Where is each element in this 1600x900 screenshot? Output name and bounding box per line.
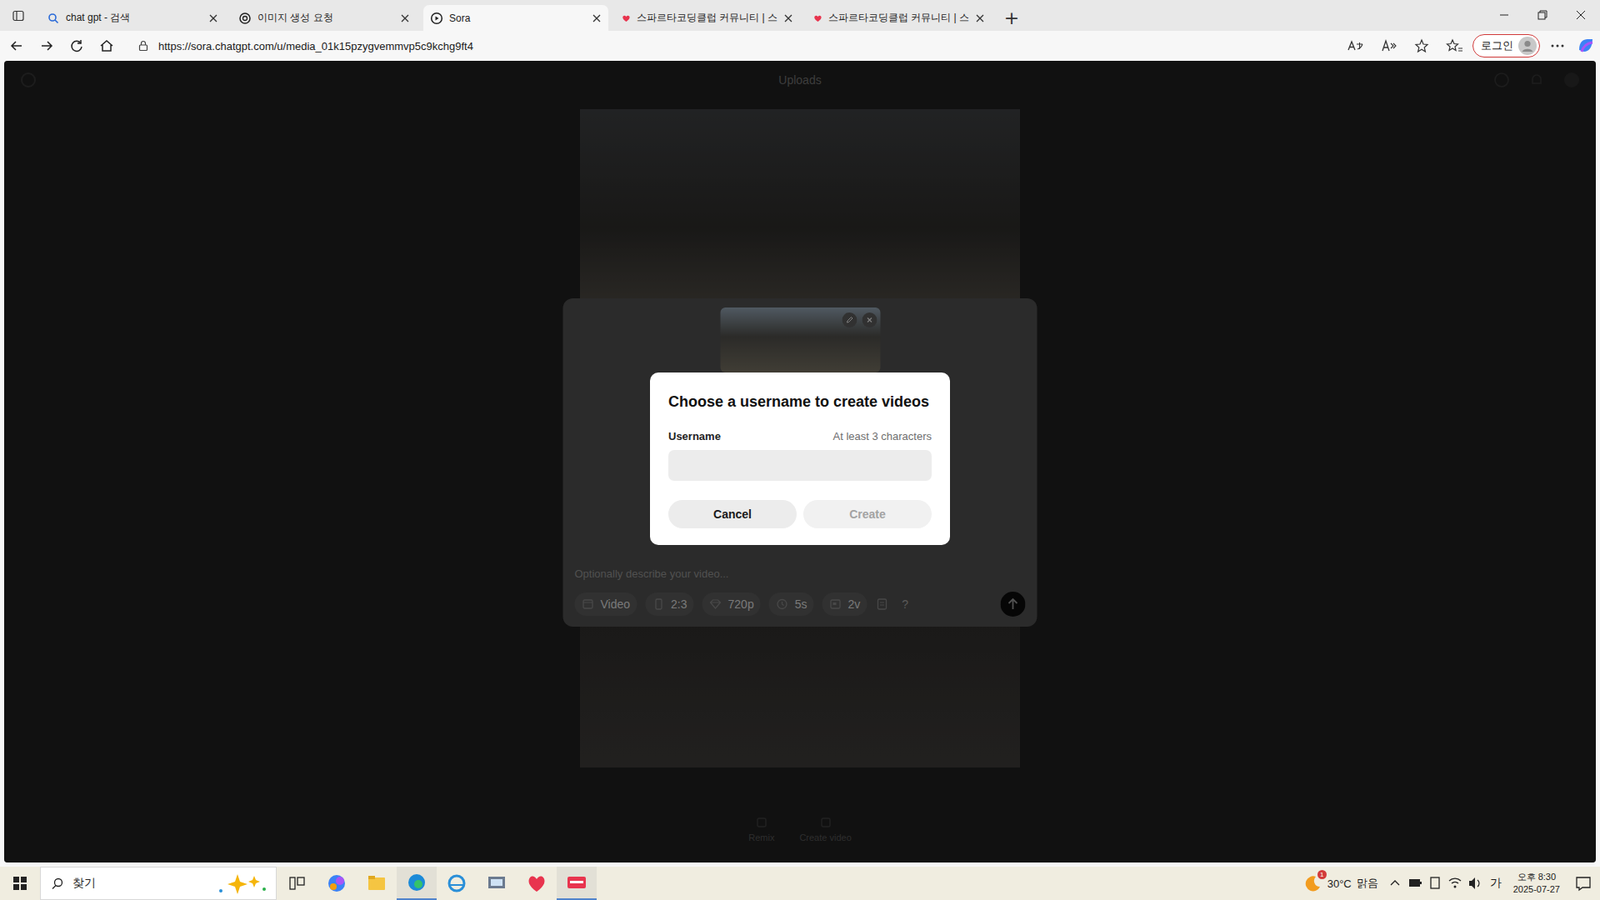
search-favicon-icon xyxy=(46,11,60,25)
weather-badge: 1 xyxy=(1317,870,1327,880)
close-icon[interactable] xyxy=(783,13,794,24)
field-hint: At least 3 characters xyxy=(833,430,933,443)
dialog-button: Create xyxy=(803,500,932,529)
file-explorer-icon[interactable] xyxy=(356,866,397,900)
forward-icon[interactable] xyxy=(31,33,62,59)
sora-favicon-icon xyxy=(430,11,444,25)
translate-icon[interactable] xyxy=(1342,35,1368,56)
heart-app-icon[interactable] xyxy=(516,866,557,900)
tab-label: Sora xyxy=(449,12,586,25)
tab-label: 스파르타코딩클럽 커뮤니티 | 스 xyxy=(828,10,970,25)
close-icon[interactable] xyxy=(208,13,219,24)
tab-label: 스파르타코딩클럽 커뮤니티 | 스 xyxy=(636,10,778,25)
taskbar: 찾기 1 30°C 맑음 가 오후 8:30 2025-07-27 xyxy=(0,866,1600,900)
taskbar-search[interactable]: 찾기 xyxy=(40,866,277,900)
input-method-indicator[interactable]: 가 xyxy=(1485,875,1507,891)
heart-favicon-icon xyxy=(813,11,823,25)
dialog-title: Choose a username to create videos xyxy=(668,392,932,412)
url-text: https://sora.chatgpt.com/u/media_01k15pz… xyxy=(158,40,474,53)
browser-tab[interactable]: 스파르타코딩클럽 커뮤니티 | 스 xyxy=(615,5,800,31)
task-view-icon[interactable] xyxy=(276,866,317,900)
search-placeholder: 찾기 xyxy=(72,875,96,891)
tab-strip: chat gpt - 검색 이미지 생성 요청 Sora 스파르타코딩클럽 커뮤… xyxy=(0,0,1600,31)
openai-favicon-icon xyxy=(238,11,252,25)
field-label: Username xyxy=(668,430,721,443)
minimize-icon[interactable] xyxy=(1485,0,1524,30)
profile-avatar-icon xyxy=(1518,36,1537,55)
internet-explorer-icon[interactable] xyxy=(436,866,477,900)
favorites-icon[interactable] xyxy=(1439,33,1470,59)
battery-icon[interactable] xyxy=(1405,866,1425,900)
weather-temp: 30°C xyxy=(1327,877,1352,890)
edge-taskbar-button[interactable] xyxy=(396,866,437,900)
close-window-icon[interactable] xyxy=(1561,0,1600,30)
wifi-icon[interactable] xyxy=(1445,866,1465,900)
browser-tab[interactable]: Sora xyxy=(423,5,609,31)
username-dialog: Choose a username to create videos Usern… xyxy=(650,372,950,545)
address-field[interactable]: https://sora.chatgpt.com/u/media_01k15pz… xyxy=(126,33,1440,59)
weather-condition: 맑음 xyxy=(1356,875,1379,891)
app-icon xyxy=(556,866,597,899)
copilot-app-icon[interactable] xyxy=(316,866,357,900)
close-icon[interactable] xyxy=(591,13,602,24)
read-aloud-icon[interactable] xyxy=(1375,35,1401,56)
search-highlight-icon xyxy=(212,870,271,896)
new-tab-button[interactable]: + xyxy=(998,5,1025,31)
restore-icon[interactable] xyxy=(1523,0,1562,30)
refresh-icon[interactable] xyxy=(61,33,92,59)
tab-label: chat gpt - 검색 xyxy=(65,10,203,25)
remote-desktop-icon[interactable] xyxy=(476,866,517,900)
sora-page: Uploads Remix Create video Optionally de… xyxy=(4,60,1596,863)
close-icon[interactable] xyxy=(400,13,410,24)
browser-tab[interactable]: 스파르타코딩클럽 커뮤니티 | 스 xyxy=(806,5,992,31)
home-icon[interactable] xyxy=(91,33,122,59)
clock-time: 오후 8:30 xyxy=(1517,870,1556,884)
address-bar-row: https://sora.chatgpt.com/u/media_01k15pz… xyxy=(0,30,1600,61)
chevron-up-icon[interactable] xyxy=(1385,866,1405,900)
clock[interactable]: 오후 8:30 2025-07-27 xyxy=(1506,870,1567,896)
search-icon xyxy=(50,876,65,890)
windows-start-icon[interactable] xyxy=(0,866,40,900)
heart-favicon-icon xyxy=(621,11,631,25)
username-input[interactable] xyxy=(668,450,932,481)
volume-icon[interactable] xyxy=(1465,866,1485,900)
tab-label: 이미지 생성 요청 xyxy=(257,10,395,25)
login-button[interactable]: 로그인 xyxy=(1472,34,1540,58)
copilot-icon[interactable] xyxy=(1571,33,1600,59)
favorite-star-icon[interactable] xyxy=(1409,35,1435,56)
app-taskbar-button[interactable] xyxy=(556,866,597,900)
dialog-button[interactable]: Cancel xyxy=(668,500,797,529)
close-icon[interactable] xyxy=(975,13,985,24)
window-controls xyxy=(1485,0,1600,30)
browser-tab[interactable]: chat gpt - 검색 xyxy=(40,5,225,31)
desktop: chat gpt - 검색 이미지 생성 요청 Sora 스파르타코딩클럽 커뮤… xyxy=(0,0,1600,900)
login-label: 로그인 xyxy=(1480,38,1514,54)
site-info-icon[interactable] xyxy=(136,39,150,53)
edge-icon xyxy=(396,866,437,899)
notification-center-icon[interactable] xyxy=(1566,866,1600,900)
more-icon[interactable] xyxy=(1543,33,1572,59)
tab-actions-button[interactable] xyxy=(3,2,34,30)
tab-actions-icon xyxy=(11,9,25,23)
device-icon[interactable] xyxy=(1425,866,1445,900)
weather-widget[interactable]: 1 30°C 맑음 xyxy=(1302,873,1385,894)
browser-window: chat gpt - 검색 이미지 생성 요청 Sora 스파르타코딩클럽 커뮤… xyxy=(0,0,1600,867)
clock-date: 2025-07-27 xyxy=(1513,883,1560,896)
browser-tab[interactable]: 이미지 생성 요청 xyxy=(231,5,417,31)
back-icon[interactable] xyxy=(1,33,32,59)
